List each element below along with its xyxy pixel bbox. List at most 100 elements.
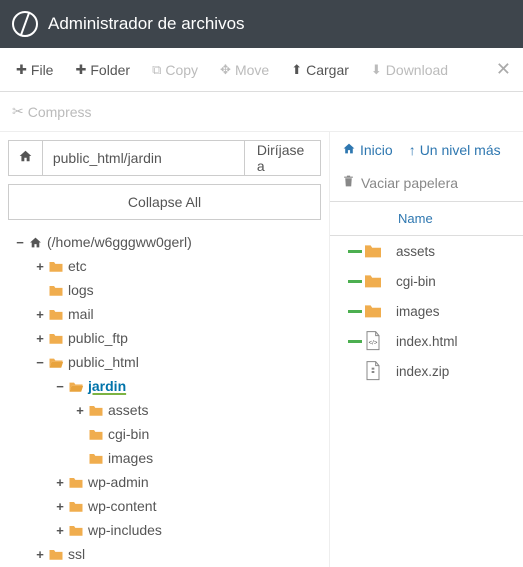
file-name: index.zip bbox=[396, 364, 449, 379]
download-button[interactable]: ⬇Download bbox=[361, 56, 458, 84]
expand-icon[interactable]: + bbox=[54, 475, 66, 490]
tree-item-public-ftp[interactable]: + public_ftp bbox=[8, 326, 321, 350]
close-button[interactable]: ✕ bbox=[490, 55, 517, 84]
up-level-link[interactable]: ↑Un nivel más bbox=[409, 142, 501, 158]
tree-label: assets bbox=[108, 402, 148, 418]
copy-icon: ⧉ bbox=[152, 62, 161, 78]
tree-label: wp-admin bbox=[88, 474, 149, 490]
tree-item-images[interactable]: images bbox=[8, 446, 321, 470]
main-area: Diríjase a Collapse All − (/home/w6gggww… bbox=[0, 132, 523, 567]
column-name[interactable]: Name bbox=[398, 211, 433, 226]
file-name: assets bbox=[396, 244, 435, 259]
collapse-icon[interactable]: − bbox=[34, 355, 46, 370]
upload-button[interactable]: ⬆Cargar bbox=[281, 56, 359, 84]
tree-label: mail bbox=[68, 306, 94, 322]
compress-button[interactable]: ✂Compress bbox=[12, 103, 92, 120]
path-input[interactable] bbox=[43, 140, 245, 176]
home-link[interactable]: Inicio bbox=[342, 142, 393, 158]
home-icon bbox=[28, 236, 43, 249]
file-name: cgi-bin bbox=[396, 274, 436, 289]
home-icon bbox=[18, 149, 33, 167]
expand-icon[interactable]: + bbox=[34, 331, 46, 346]
cpanel-logo-icon bbox=[12, 11, 38, 37]
move-button[interactable]: ✥Move bbox=[210, 56, 279, 84]
copy-button[interactable]: ⧉Copy bbox=[142, 56, 208, 84]
tree-item-wpincludes[interactable]: + wp-includes bbox=[8, 518, 321, 542]
tree-item-jardin[interactable]: − jardin bbox=[8, 374, 321, 398]
folder-icon bbox=[362, 273, 384, 289]
folder-icon bbox=[362, 243, 384, 259]
tree-item-etc[interactable]: + etc bbox=[8, 254, 321, 278]
folder-open-icon bbox=[68, 380, 84, 393]
tree-item-mail[interactable]: + mail bbox=[8, 302, 321, 326]
tree-item-cgibin[interactable]: cgi-bin bbox=[8, 422, 321, 446]
tree-label: public_html bbox=[68, 354, 139, 370]
html-file-icon: </> bbox=[362, 331, 384, 351]
trash-icon bbox=[342, 174, 355, 191]
home-button[interactable] bbox=[8, 140, 43, 176]
expand-icon[interactable]: + bbox=[34, 307, 46, 322]
close-icon: ✕ bbox=[496, 59, 511, 79]
tree-label: wp-includes bbox=[88, 522, 162, 538]
folder-icon bbox=[362, 303, 384, 319]
selection-mark-icon bbox=[348, 280, 362, 283]
move-icon: ✥ bbox=[220, 62, 231, 78]
file-button[interactable]: ✚File bbox=[6, 56, 63, 84]
expand-icon[interactable]: + bbox=[34, 259, 46, 274]
folder-closed-icon bbox=[68, 524, 84, 537]
tree-item-wpcontent[interactable]: + wp-content bbox=[8, 494, 321, 518]
folder-closed-icon bbox=[48, 548, 64, 561]
right-nav: Inicio ↑Un nivel más bbox=[330, 132, 523, 168]
folder-closed-icon bbox=[88, 404, 104, 417]
selection-mark-icon bbox=[348, 250, 362, 253]
empty-trash-button[interactable]: Vaciar papelera bbox=[330, 168, 523, 202]
selection-mark-icon bbox=[348, 340, 362, 343]
tree-label: public_ftp bbox=[68, 330, 128, 346]
path-row: Diríjase a bbox=[8, 140, 321, 176]
folder-closed-icon bbox=[68, 500, 84, 513]
tree-label: ssl bbox=[68, 546, 85, 562]
tree-label: wp-content bbox=[88, 498, 156, 514]
expand-icon[interactable]: + bbox=[34, 547, 46, 562]
tree-root[interactable]: − (/home/w6gggww0gerl) bbox=[8, 230, 321, 254]
tree-item-public-html[interactable]: − public_html bbox=[8, 350, 321, 374]
app-title: Administrador de archivos bbox=[48, 14, 245, 34]
expand-icon[interactable]: + bbox=[54, 523, 66, 538]
expand-icon[interactable]: + bbox=[54, 499, 66, 514]
tree-item-logs[interactable]: logs bbox=[8, 278, 321, 302]
right-pane: Inicio ↑Un nivel más Vaciar papelera Nam… bbox=[330, 132, 523, 567]
tree-item-assets[interactable]: + assets bbox=[8, 398, 321, 422]
file-row-zip[interactable]: index.zip bbox=[330, 356, 523, 386]
plus-icon: ✚ bbox=[16, 62, 27, 78]
folder-closed-icon bbox=[48, 260, 64, 273]
compress-icon: ✂ bbox=[12, 103, 24, 120]
folder-closed-icon bbox=[88, 428, 104, 441]
folder-closed-icon bbox=[48, 308, 64, 321]
tree-label: images bbox=[108, 450, 153, 466]
tree-root-label: (/home/w6gggww0gerl) bbox=[47, 234, 192, 250]
collapse-icon[interactable]: − bbox=[14, 235, 26, 250]
file-name: images bbox=[396, 304, 440, 319]
tree-item-ssl[interactable]: + ssl bbox=[8, 542, 321, 566]
up-arrow-icon: ↑ bbox=[409, 142, 416, 158]
upload-icon: ⬆ bbox=[291, 62, 302, 78]
file-row-folder[interactable]: images bbox=[330, 296, 523, 326]
secondary-toolbar: ✂Compress bbox=[0, 92, 523, 132]
file-row-folder[interactable]: assets bbox=[330, 236, 523, 266]
folder-button[interactable]: ✚Folder bbox=[65, 56, 140, 84]
app-header: Administrador de archivos bbox=[0, 0, 523, 48]
file-row-html[interactable]: </> index.html bbox=[330, 326, 523, 356]
collapse-icon[interactable]: − bbox=[54, 379, 66, 394]
main-toolbar: ✚File ✚Folder ⧉Copy ✥Move ⬆Cargar ⬇Downl… bbox=[0, 48, 523, 92]
file-row-folder[interactable]: cgi-bin bbox=[330, 266, 523, 296]
folder-tree: − (/home/w6gggww0gerl) + etc logs + mail… bbox=[8, 230, 321, 567]
tree-item-wpadmin[interactable]: + wp-admin bbox=[8, 470, 321, 494]
collapse-all-button[interactable]: Collapse All bbox=[8, 184, 321, 220]
expand-icon[interactable]: + bbox=[74, 403, 86, 418]
folder-closed-icon bbox=[88, 452, 104, 465]
plus-icon: ✚ bbox=[75, 62, 86, 78]
folder-open-icon bbox=[48, 356, 64, 369]
svg-text:</>: </> bbox=[369, 340, 378, 346]
file-list: assets cgi-bin images </> index.html ind… bbox=[330, 236, 523, 386]
go-button[interactable]: Diríjase a bbox=[245, 140, 321, 176]
